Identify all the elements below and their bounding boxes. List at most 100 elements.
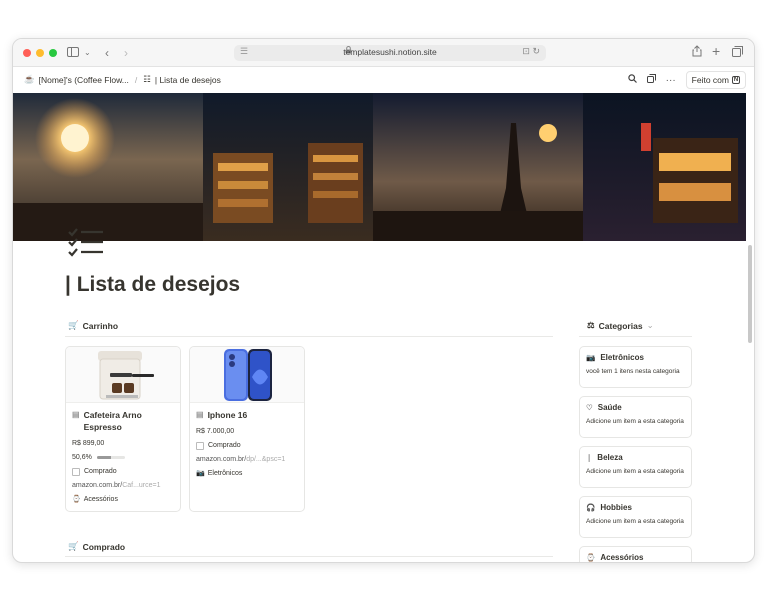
category-card-hobbies[interactable]: 🎧 Hobbies Adicione um item a esta categor… <box>579 496 692 538</box>
camera-icon: 📷 <box>586 353 596 362</box>
category-desc: Adicione um item a esta categoria <box>586 468 684 475</box>
checkbox-box[interactable] <box>196 441 204 450</box>
iphone-image <box>190 347 304 403</box>
cart-item-card[interactable]: ▤ Cafeteira Arno Espresso R$ 899,00 50,6… <box>65 346 181 512</box>
item-link[interactable]: amazon.com.br/dp/...&psc=1 <box>196 455 298 464</box>
cart-icon: 🛒 <box>68 320 79 330</box>
tag-label: Acessórios <box>83 496 118 503</box>
purchased-heading-label: Comprado <box>82 541 126 552</box>
link-path: Caf...urce=1 <box>122 482 161 489</box>
item-category-tag[interactable]: ⌚ Acessórios <box>72 495 174 504</box>
heart-icon: ♡ <box>586 403 593 412</box>
checkbox-box[interactable] <box>72 467 80 476</box>
page-doc-icon: ▤ <box>72 410 80 419</box>
purchased-checkbox[interactable]: Comprado <box>72 467 174 476</box>
camera-icon: 📷 <box>196 470 205 477</box>
chevron-down-icon: ⌄ <box>646 320 654 330</box>
item-title[interactable]: ▤ Iphone 16 <box>196 409 298 421</box>
forward-icon[interactable]: › <box>124 45 128 61</box>
cart-icon: 🛒 <box>68 541 79 551</box>
category-desc: você tem 1 itens nesta categoria <box>586 368 680 375</box>
breadcrumb-separator: / <box>134 74 138 85</box>
made-with-notion-button[interactable]: Feito com N <box>685 71 746 89</box>
watch-icon: ⌚ <box>586 553 596 562</box>
progress-bar-fill <box>96 456 112 459</box>
item-link[interactable]: amazon.com.br/Caf...urce=1 <box>72 481 174 490</box>
address-bar[interactable]: ☰ templatesushi.notion.site ⊡ ↻ <box>234 45 546 61</box>
purchased-checkbox[interactable]: Comprado <box>196 441 298 450</box>
category-name: Acessórios <box>600 553 644 562</box>
link-domain: amazon.com.br/ <box>196 456 247 463</box>
coffee-machine-image <box>66 347 180 403</box>
checkbox-label: Comprado <box>208 442 241 449</box>
sidebar-toggle-icon[interactable] <box>67 45 79 61</box>
link-domain: amazon.com.br/ <box>72 482 123 489</box>
category-icon: ⚖ <box>587 320 595 330</box>
checklist-icon: ☷ <box>143 74 151 84</box>
category-card-eletronicos[interactable]: 📷 Eletrônicos você tem 1 itens nesta cate… <box>579 346 692 388</box>
page-title: | Lista de desejos <box>65 273 241 296</box>
cart-heading: 🛒 Carrinho <box>68 320 118 331</box>
cart-item-card[interactable]: ▤ Iphone 16 R$ 7.000,00 Comprado amazon.… <box>189 346 305 512</box>
duplicate-icon[interactable] <box>646 74 656 86</box>
item-price: R$ 7.000,00 <box>196 428 235 435</box>
purchased-heading: 🛒 Comprado <box>68 541 125 552</box>
search-icon[interactable] <box>627 74 637 86</box>
minimize-button[interactable] <box>36 49 44 57</box>
maximize-button[interactable] <box>49 49 57 57</box>
browser-toolbar: ⌄ ‹ › ☰ templatesushi.notion.site ⊡ ↻ + <box>13 39 754 67</box>
new-tab-icon[interactable]: + <box>712 43 720 59</box>
watch-icon: ⌚ <box>72 496 81 503</box>
item-price: R$ 899,00 <box>72 440 105 447</box>
page-doc-icon: ▤ <box>196 410 204 419</box>
item-name: Cafeteira Arno Espresso <box>83 410 142 432</box>
breadcrumb-current[interactable]: | Lista de desejos <box>155 75 221 85</box>
browser-window: ⌄ ‹ › ☰ templatesushi.notion.site ⊡ ↻ + … <box>12 38 755 563</box>
category-desc: Adicione um item a esta categoria <box>586 518 684 525</box>
divider <box>65 556 553 557</box>
category-name: Beleza <box>597 453 623 462</box>
reload-icon[interactable]: ⊡ ↻ <box>522 46 540 57</box>
notion-topbar: ☕ [Nome]'s (Coffee Flow... / ☷ | Lista d… <box>13 67 754 93</box>
cover-image <box>13 93 746 241</box>
coffee-icon: ☕ <box>24 74 35 84</box>
more-icon[interactable]: ··· <box>666 75 676 86</box>
headphones-icon: 🎧 <box>586 503 596 512</box>
link-path: dp/...&psc=1 <box>246 456 286 463</box>
url-text: templatesushi.notion.site <box>343 47 437 57</box>
checkbox-label: Comprado <box>84 468 117 475</box>
made-with-label: Feito com <box>691 75 729 85</box>
item-progress: 50,6% <box>72 453 174 462</box>
cart-heading-label: Carrinho <box>82 320 119 331</box>
category-desc: Adicione um item a esta categoria <box>586 418 684 425</box>
chevron-down-icon[interactable]: ⌄ <box>84 45 91 61</box>
category-name: Hobbies <box>600 503 632 512</box>
tab-overview-icon[interactable] <box>732 45 743 61</box>
share-icon[interactable] <box>692 45 702 61</box>
notion-logo-icon: N <box>732 76 740 84</box>
lipstick-icon: ❘ <box>586 453 593 462</box>
category-card-acessorios[interactable]: ⌚ Acessórios <box>579 546 692 562</box>
back-icon[interactable]: ‹ <box>105 45 109 61</box>
close-button[interactable] <box>23 49 31 57</box>
breadcrumb-parent[interactable]: [Nome]'s (Coffee Flow... <box>39 75 129 85</box>
category-name: Saúde <box>597 403 622 412</box>
tag-label: Eletrônicos <box>207 470 243 477</box>
progress-label: 50,6% <box>72 454 92 461</box>
divider <box>65 336 553 337</box>
item-category-tag[interactable]: 📷 Eletrônicos <box>196 469 298 478</box>
category-card-saude[interactable]: ♡ Saúde Adicione um item a esta categoria <box>579 396 692 438</box>
categories-heading-label: Categorias <box>598 320 643 331</box>
window-controls <box>23 49 57 57</box>
topbar-actions: ··· Feito com N <box>627 71 746 89</box>
breadcrumb: ☕ [Nome]'s (Coffee Flow... / ☷ | Lista d… <box>24 74 221 85</box>
checklist-icon <box>67 227 107 257</box>
progress-bar <box>96 456 125 459</box>
item-title[interactable]: ▤ Cafeteira Arno Espresso <box>72 409 174 433</box>
category-card-beleza[interactable]: ❘ Beleza Adicione um item a esta categori… <box>579 446 692 488</box>
categories-heading[interactable]: ⚖ Categorias ⌄ <box>587 320 654 331</box>
category-name: Eletrônicos <box>600 353 644 362</box>
item-name: Iphone 16 <box>207 410 248 420</box>
divider <box>579 336 692 337</box>
scrollbar[interactable] <box>748 245 752 343</box>
